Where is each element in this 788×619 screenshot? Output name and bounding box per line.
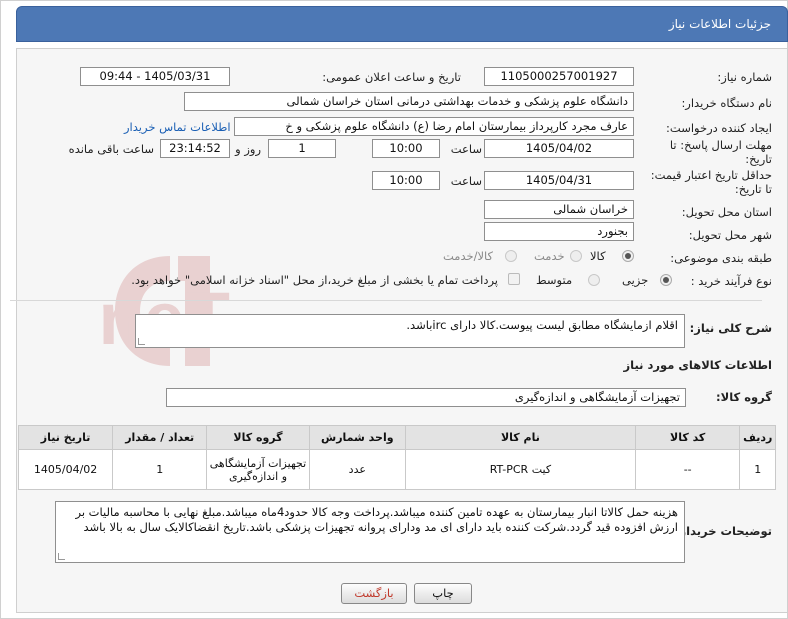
page-title: جزئیات اطلاعات نیاز: [668, 17, 771, 31]
col-name: نام کالا: [404, 425, 636, 450]
category-option-goods: کالا: [590, 249, 606, 263]
category-label: طبقه بندی موضوعی:: [670, 251, 772, 265]
general-desc-label: شرح کلی نیاز:: [689, 321, 772, 335]
requester-field: عارف مجرد کارپرداز بیمارستان امام رضا (ع…: [234, 117, 634, 136]
validity-label-line2: تا تاریخ:: [734, 182, 772, 196]
col-code: کد کالا: [634, 425, 741, 450]
contact-info-link[interactable]: اطلاعات تماس خریدار: [124, 120, 231, 134]
need-number-label: شماره نیاز:: [717, 70, 772, 84]
treasury-payment-checkbox[interactable]: [508, 273, 520, 285]
col-row: ردیف: [739, 425, 776, 450]
buyer-notes-field: هزینه حمل کالاتا انبار بیمارستان به عهده…: [55, 501, 685, 563]
category-radio-goods[interactable]: [622, 250, 634, 262]
process-option-minor: جزیی: [622, 273, 649, 287]
process-label: نوع فرآیند خرید :: [690, 274, 772, 288]
col-group: گروه کالا: [206, 425, 310, 450]
buyer-notes-label: توضیحات خریدار:: [674, 524, 772, 538]
print-button[interactable]: چاپ: [414, 583, 472, 604]
general-desc-field: اقلام ازمایشگاه مطابق لیست پیوست.کالا دا…: [135, 314, 685, 348]
deadline-label-line2: تاریخ:: [745, 152, 772, 166]
deadline-time-field: 10:00: [372, 139, 440, 158]
goods-info-title: اطلاعات کالاهای مورد نیاز: [623, 358, 772, 372]
cell-group: تجهیزات آزمایشگاهی و اندازه‌گیری: [206, 449, 310, 490]
city-label: شهر محل تحویل:: [688, 228, 772, 242]
deadline-time-label: ساعت: [450, 142, 482, 156]
section-divider: [10, 300, 762, 301]
need-number-field: 1105000257001927: [484, 67, 634, 86]
goods-group-field: تجهیزات آزمایشگاهی و اندازه‌گیری: [166, 388, 686, 407]
col-date: تاریخ نیاز: [17, 425, 114, 450]
announce-label: تاریخ و ساعت اعلان عمومی:: [322, 70, 461, 84]
cell-name: کیت RT-PCR: [404, 449, 636, 490]
process-radio-minor[interactable]: [660, 274, 672, 286]
treasury-payment-note: پرداخت تمام یا بخشی از مبلغ خرید،از محل …: [131, 273, 498, 287]
cell-unit: عدد: [308, 449, 406, 490]
cell-qty: 1: [112, 449, 208, 490]
remaining-time-field: 23:14:52: [160, 139, 230, 158]
remaining-label: ساعت باقی مانده: [68, 142, 154, 156]
province-field: خراسان شمالی: [484, 200, 634, 219]
province-label: استان محل تحویل:: [681, 205, 772, 219]
goods-table-header: ردیف کد کالا نام کالا واحد شمارش گروه کا…: [17, 425, 776, 450]
deadline-label-line1: مهلت ارسال پاسخ: تا: [669, 138, 772, 152]
buyer-notes-text: هزینه حمل کالاتا انبار بیمارستان به عهده…: [75, 505, 678, 534]
requester-label: ایجاد کننده درخواست:: [666, 121, 772, 135]
cell-code: --: [634, 449, 741, 490]
buyer-org-field: دانشگاه علوم پزشکی و خدمات بهداشتی درمان…: [184, 92, 634, 111]
days-label: روز و: [235, 142, 261, 156]
category-option-service: خدمت: [534, 249, 565, 263]
goods-table: ردیف کد کالا نام کالا واحد شمارش گروه کا…: [17, 425, 776, 490]
buyer-org-label: نام دستگاه خریدار:: [681, 96, 772, 110]
validity-time-label: ساعت: [450, 174, 482, 188]
back-button[interactable]: بازگشت: [341, 583, 407, 604]
table-row: 1 -- کیت RT-PCR عدد تجهیزات آزمایشگاهی و…: [17, 449, 776, 490]
deadline-date-field: 1405/04/02: [484, 139, 634, 158]
category-radio-goods-service[interactable]: [505, 250, 517, 262]
header-bar: جزئیات اطلاعات نیاز: [16, 6, 788, 42]
resize-grip-icon[interactable]: [138, 338, 145, 345]
validity-time-field: 10:00: [372, 171, 440, 190]
general-desc-text: اقلام ازمایشگاه مطابق لیست پیوست.کالا دا…: [406, 318, 678, 332]
cell-row: 1: [739, 449, 776, 490]
validity-date-field: 1405/04/31: [484, 171, 634, 190]
validity-label-line1: حداقل تاریخ اعتبار قیمت:: [650, 168, 772, 182]
city-field: بجنورد: [484, 222, 634, 241]
process-option-medium: متوسط: [536, 273, 573, 287]
days-field: 1: [268, 139, 336, 158]
resize-grip-icon[interactable]: [58, 553, 65, 560]
announce-field: 1405/03/31 - 09:44: [80, 67, 230, 86]
col-unit: واحد شمارش: [308, 425, 406, 450]
process-radio-medium[interactable]: [588, 274, 600, 286]
cell-date: 1405/04/02: [17, 449, 114, 490]
col-qty: تعداد / مقدار: [112, 425, 208, 450]
goods-group-label: گروه کالا:: [716, 390, 772, 404]
category-option-goods-service: کالا/خدمت: [443, 249, 494, 263]
category-radio-service[interactable]: [570, 250, 582, 262]
